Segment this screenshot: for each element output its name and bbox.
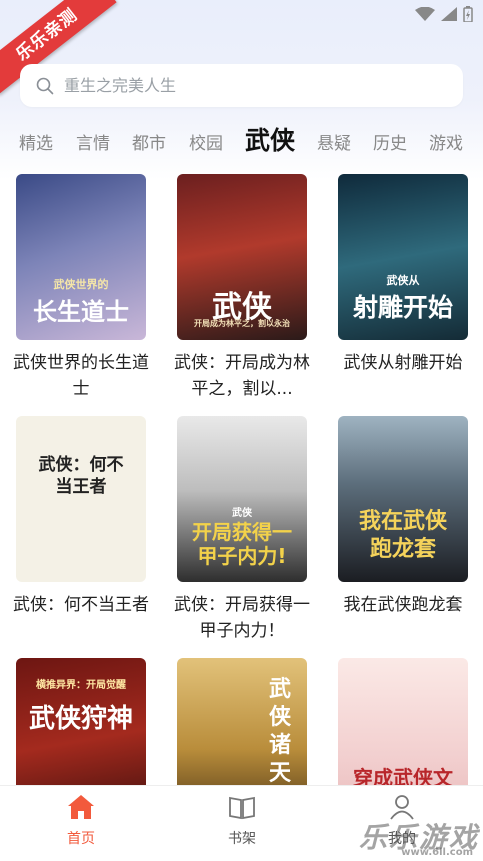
search-icon (36, 77, 54, 94)
cover-title: 武侠：何不当王者 (38, 455, 124, 497)
tab-wuxia[interactable]: 武侠 (245, 121, 295, 157)
cover-title: 射雕开始 (352, 293, 453, 322)
tab-xuanyi[interactable]: 悬疑 (317, 129, 351, 154)
search-input[interactable] (62, 75, 426, 96)
cover-title: 武侠狩神 (28, 704, 133, 734)
nav-bookshelf-label: 书架 (228, 831, 256, 847)
nav-home[interactable]: 首页 (41, 794, 121, 848)
tab-lishi[interactable]: 历史 (373, 129, 407, 154)
book-cover[interactable]: 武侠：何不当王者 (16, 416, 146, 582)
book-title[interactable]: 武侠从射雕开始 (333, 350, 473, 376)
book-title[interactable]: 武侠世界的长生道士 (11, 350, 151, 402)
book-cover[interactable]: 武侠从 射雕开始 (338, 174, 468, 340)
tab-xiaoyuan[interactable]: 校园 (189, 129, 223, 154)
nav-bookshelf[interactable]: 书架 (202, 794, 282, 848)
tab-yanqing[interactable]: 言情 (76, 129, 110, 154)
cover-subtitle: 武侠世界的 (53, 278, 109, 291)
book-cover[interactable]: 武侠 开局获得一甲子内力! (177, 416, 307, 582)
cover-subtitle: 武侠从 (386, 274, 420, 287)
watermark-logo: 乐乐游戏 www.6ll.com (359, 816, 479, 858)
cover-title: 开局获得一甲子内力! (192, 520, 292, 568)
cover-subtitle: 开局成为林平之，割以永治 (194, 319, 290, 328)
book-title[interactable]: 我在武侠跑龙套 (333, 592, 473, 618)
home-icon (68, 795, 94, 819)
book-icon (229, 796, 255, 820)
cover-title: 我在武侠跑龙套 (358, 509, 447, 562)
battery-icon (463, 6, 473, 22)
cover-title: 长生道士 (33, 298, 129, 326)
nav-home-label: 首页 (67, 831, 95, 847)
book-title[interactable]: 武侠：何不当王者 (11, 592, 151, 618)
book-title[interactable]: 武侠：开局成为林平之，割以... (172, 350, 312, 402)
book-cover[interactable]: 武侠世界的 长生道士 (16, 174, 146, 340)
book-cover[interactable]: 武侠 开局成为林平之，割以永治 (177, 174, 307, 340)
book-cover[interactable]: 我在武侠跑龙套 (338, 416, 468, 582)
cover-subtitle: 横推异界：开局觉醒 (36, 680, 126, 691)
cover-title: 武侠诸天 (268, 677, 291, 786)
tab-youxi[interactable]: 游戏 (429, 129, 463, 154)
tab-dushi[interactable]: 都市 (132, 129, 166, 154)
tab-jingxuan[interactable]: 精选 (19, 129, 53, 154)
cover-subtitle: 武侠 (232, 508, 252, 519)
category-tabs: 精选 言情 都市 校园 武侠 悬疑 历史 游戏 (0, 122, 483, 162)
book-title[interactable]: 武侠：开局获得一甲子内力！ (172, 592, 312, 644)
signal-icon (441, 7, 457, 21)
status-bar (415, 6, 473, 22)
search-bar[interactable] (20, 64, 463, 107)
watermark-url: www.6ll.com (401, 847, 473, 858)
wifi-icon (415, 7, 435, 21)
